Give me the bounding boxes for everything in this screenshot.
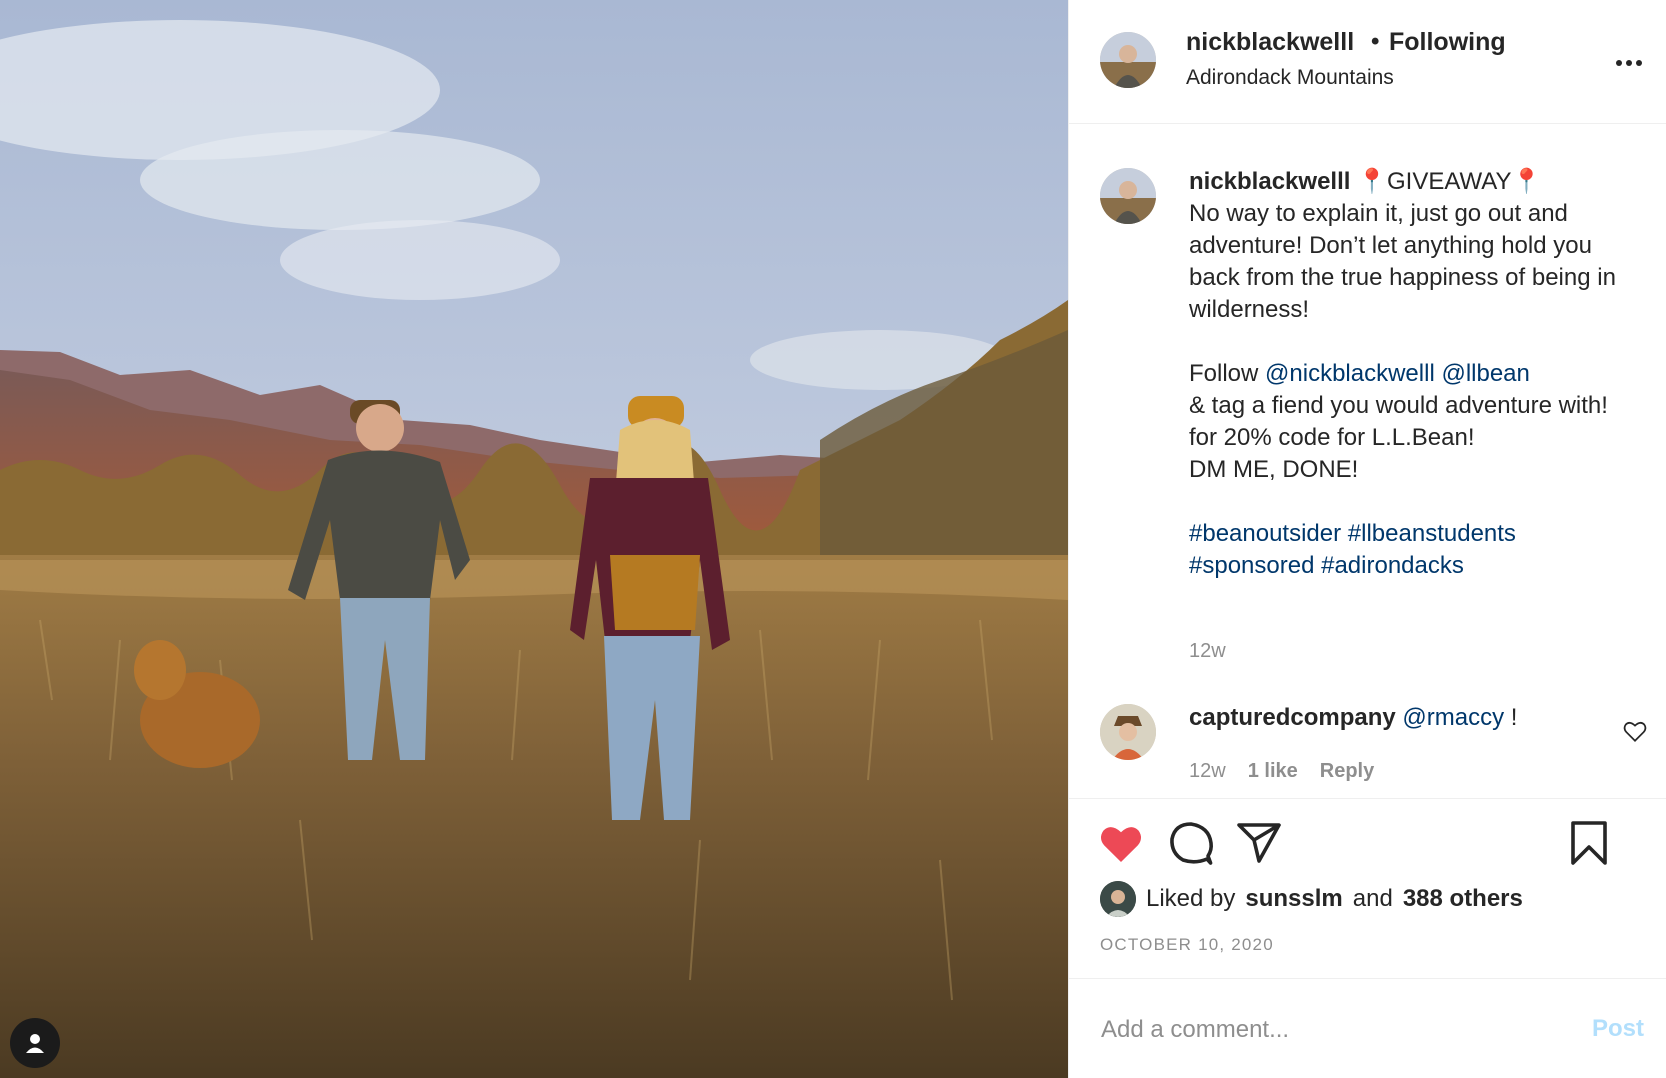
- caption-author-avatar[interactable]: [1100, 168, 1156, 224]
- like-button[interactable]: [1097, 819, 1145, 867]
- heart-filled-icon: [1100, 827, 1142, 862]
- author-avatar[interactable]: [1100, 32, 1156, 88]
- hashtag-link[interactable]: #adirondacks: [1321, 552, 1464, 579]
- caption-line: for 20% code for L.L.Bean!: [1189, 424, 1475, 451]
- post-date[interactable]: OCTOBER 10, 2020: [1100, 935, 1274, 955]
- avatar-image: [1100, 32, 1156, 88]
- post-location[interactable]: Adirondack Mountains: [1186, 66, 1394, 90]
- share-button[interactable]: [1235, 819, 1283, 867]
- hashtag-link[interactable]: #beanoutsider: [1189, 520, 1341, 547]
- more-options-button[interactable]: [1614, 48, 1644, 78]
- liker-username[interactable]: sunsslm: [1245, 885, 1342, 913]
- liker-avatar[interactable]: [1100, 881, 1136, 917]
- comments-list[interactable]: nickblackwelll 📍GIVEAWAY📍 No way to expl…: [1069, 124, 1666, 798]
- post-photo[interactable]: [0, 0, 1068, 1078]
- following-button[interactable]: Following: [1389, 28, 1506, 57]
- caption-line: No way to explain it, just go out and ad…: [1189, 200, 1623, 323]
- post-actions: Liked by sunsslm and 388 others OCTOBER …: [1069, 798, 1666, 978]
- comment-text: capturedcompany @rmaccy !: [1189, 704, 1517, 732]
- comment-meta: 12w 1 like Reply: [1189, 760, 1374, 783]
- mention-link[interactable]: @nickblackwelll: [1265, 360, 1435, 387]
- tagged-users-button[interactable]: [10, 1018, 60, 1068]
- caption-line: & tag a fiend you would adventure with!: [1189, 392, 1608, 419]
- comment-body: !: [1510, 704, 1518, 731]
- caption-giveaway: GIVEAWAY: [1386, 168, 1512, 195]
- hashtag-link[interactable]: #sponsored: [1189, 552, 1314, 579]
- mention-link[interactable]: @rmaccy: [1402, 704, 1504, 731]
- comment-button[interactable]: [1167, 819, 1215, 867]
- caption-line: DM ME, DONE!: [1189, 456, 1359, 483]
- save-button[interactable]: [1565, 819, 1613, 867]
- author-username[interactable]: nickblackwelll: [1186, 28, 1354, 57]
- comment-like-count[interactable]: 1 like: [1248, 760, 1298, 783]
- header-separator: •: [1371, 28, 1380, 55]
- pin-emoji: 📍: [1511, 168, 1542, 195]
- likes-summary: Liked by sunsslm and 388 others: [1100, 879, 1523, 919]
- add-comment-bar: Post: [1069, 978, 1666, 1078]
- comment-icon: [1170, 822, 1213, 865]
- caption-username[interactable]: nickblackwelll: [1189, 168, 1350, 195]
- post-side-panel: nickblackwelll • Following Adirondack Mo…: [1068, 0, 1666, 1078]
- more-horizontal-icon: [1616, 60, 1642, 66]
- hashtag-link[interactable]: #llbeanstudents: [1348, 520, 1516, 547]
- heart-outline-icon: [1623, 722, 1647, 742]
- post-comment-button[interactable]: Post: [1592, 1015, 1644, 1043]
- commenter-avatar[interactable]: [1100, 704, 1156, 760]
- likes-and: and: [1352, 885, 1393, 912]
- avatar-image: [1100, 704, 1156, 760]
- comment-item: capturedcompany @rmaccy ! 12w 1 like Rep…: [1069, 704, 1666, 798]
- post-header: nickblackwelll • Following Adirondack Mo…: [1069, 0, 1666, 124]
- bookmark-icon: [1571, 821, 1607, 865]
- commenter-username[interactable]: capturedcompany: [1189, 704, 1396, 731]
- user-icon: [26, 1034, 44, 1053]
- caption-text: nickblackwelll 📍GIVEAWAY📍 No way to expl…: [1189, 166, 1639, 582]
- comment-timestamp[interactable]: 12w: [1189, 760, 1226, 783]
- likes-others[interactable]: 388 others: [1403, 885, 1523, 913]
- caption-follow-prefix: Follow: [1189, 360, 1259, 387]
- comment-input[interactable]: [1099, 1007, 1543, 1053]
- reply-button[interactable]: Reply: [1320, 760, 1374, 783]
- pin-emoji: 📍: [1357, 168, 1387, 195]
- avatar-image: [1100, 168, 1156, 224]
- comment-like-button[interactable]: [1622, 718, 1648, 744]
- landscape-photo: [0, 0, 1068, 1078]
- mention-link[interactable]: @llbean: [1441, 360, 1529, 387]
- avatar-image: [1100, 881, 1136, 917]
- likes-prefix: Liked by: [1146, 885, 1236, 912]
- share-icon: [1237, 823, 1281, 863]
- caption-timestamp[interactable]: 12w: [1189, 640, 1226, 663]
- instagram-post: nickblackwelll • Following Adirondack Mo…: [0, 0, 1666, 1078]
